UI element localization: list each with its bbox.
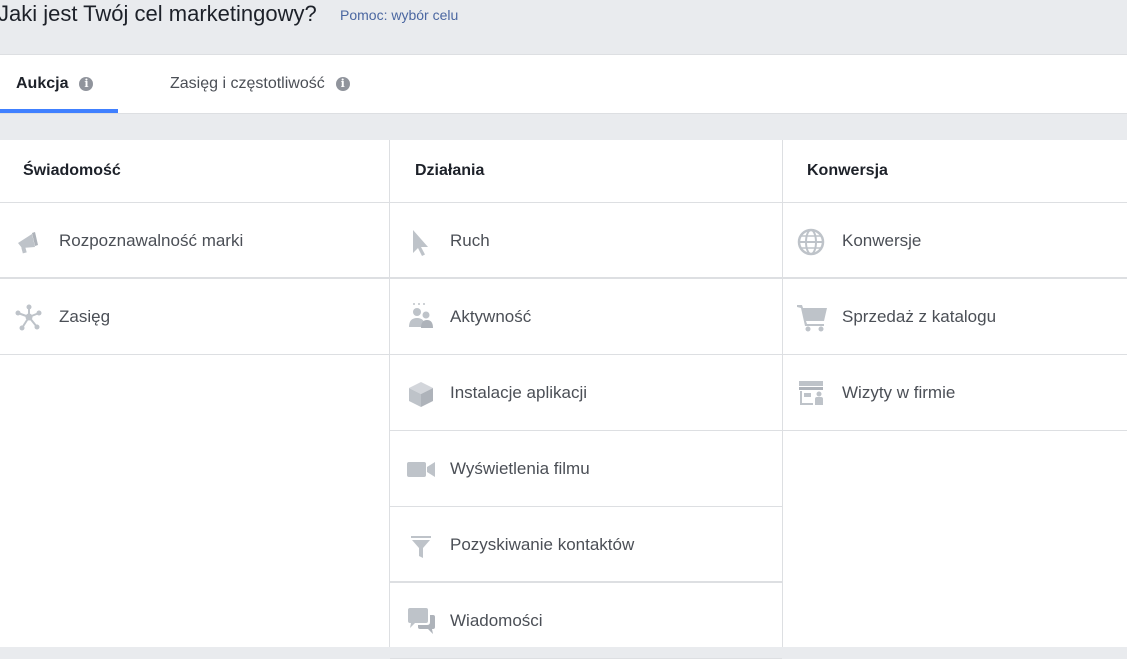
objective-label: Sprzedaż z katalogu bbox=[842, 307, 997, 326]
column-consideration: Działania Ruch Aktywność Instalacje apli… bbox=[389, 140, 783, 659]
info-icon[interactable]: i bbox=[335, 77, 350, 91]
column-heading: Konwersja bbox=[782, 140, 1127, 203]
objective-label: Wiadomości bbox=[450, 611, 543, 630]
info-icon[interactable]: i bbox=[79, 77, 94, 91]
tab-bar: Aukcja i Zasięg i częstotliwość i bbox=[0, 54, 1127, 114]
objective-label: Pozyskiwanie kontaktów bbox=[450, 535, 635, 554]
shopping-cart-icon bbox=[797, 303, 827, 333]
column-heading: Świadomość bbox=[0, 140, 389, 203]
objective-reach[interactable]: Zasięg bbox=[0, 279, 389, 355]
objective-label: Rozpoznawalność marki bbox=[59, 231, 244, 250]
video-camera-icon bbox=[406, 455, 436, 485]
objective-brand-awareness[interactable]: Rozpoznawalność marki bbox=[0, 203, 389, 279]
objectives-grid: Świadomość Rozpoznawalność marki Zasięg … bbox=[0, 140, 1127, 659]
chat-bubbles-icon bbox=[406, 607, 436, 637]
active-tab-indicator bbox=[0, 109, 118, 113]
objective-label: Wyświetlenia filmu bbox=[450, 459, 590, 478]
objective-engagement[interactable]: Aktywność bbox=[390, 279, 782, 355]
objective-catalog-sales[interactable]: Sprzedaż z katalogu bbox=[782, 279, 1127, 355]
column-heading: Działania bbox=[390, 140, 782, 203]
cursor-icon bbox=[406, 227, 436, 257]
reach-network-icon bbox=[14, 303, 44, 333]
objective-traffic[interactable]: Ruch bbox=[390, 203, 782, 279]
column-conversion: Konwersja Konwersje Sprzedaż z katalogu … bbox=[782, 140, 1127, 647]
page-header: Jaki jest Twój cel marketingowy? Pomoc: … bbox=[0, 0, 1127, 54]
tab-reach-frequency[interactable]: Zasięg i częstotliwość i bbox=[170, 55, 350, 113]
store-icon bbox=[797, 379, 827, 409]
objective-label: Wizyty w firmie bbox=[842, 383, 956, 402]
objective-label: Zasięg bbox=[59, 307, 111, 326]
objective-lead-generation[interactable]: Pozyskiwanie kontaktów bbox=[390, 507, 782, 583]
objective-store-visits[interactable]: Wizyty w firmie bbox=[782, 355, 1127, 431]
funnel-icon bbox=[406, 531, 436, 561]
objective-app-installs[interactable]: Instalacje aplikacji bbox=[390, 355, 782, 431]
objective-conversions[interactable]: Konwersje bbox=[782, 203, 1127, 279]
objective-label: Aktywność bbox=[450, 307, 532, 326]
objective-video-views[interactable]: Wyświetlenia filmu bbox=[390, 431, 782, 507]
column-awareness: Świadomość Rozpoznawalność marki Zasięg bbox=[0, 140, 389, 647]
objective-messages[interactable]: Wiadomości bbox=[390, 583, 782, 659]
people-icon bbox=[406, 303, 436, 333]
megaphone-icon bbox=[14, 227, 44, 257]
help-link[interactable]: Pomoc: wybór celu bbox=[340, 6, 458, 24]
page-title: Jaki jest Twój cel marketingowy? bbox=[0, 1, 317, 26]
tab-reach-frequency-label: Zasięg i częstotliwość bbox=[170, 75, 325, 92]
objective-label: Konwersje bbox=[842, 231, 922, 250]
globe-icon bbox=[797, 227, 827, 257]
objective-label: Instalacje aplikacji bbox=[450, 383, 588, 402]
objective-label: Ruch bbox=[450, 231, 490, 250]
tab-auction[interactable]: Aukcja i bbox=[16, 55, 94, 113]
cube-icon bbox=[406, 379, 436, 409]
tab-auction-label: Aukcja bbox=[16, 75, 69, 92]
